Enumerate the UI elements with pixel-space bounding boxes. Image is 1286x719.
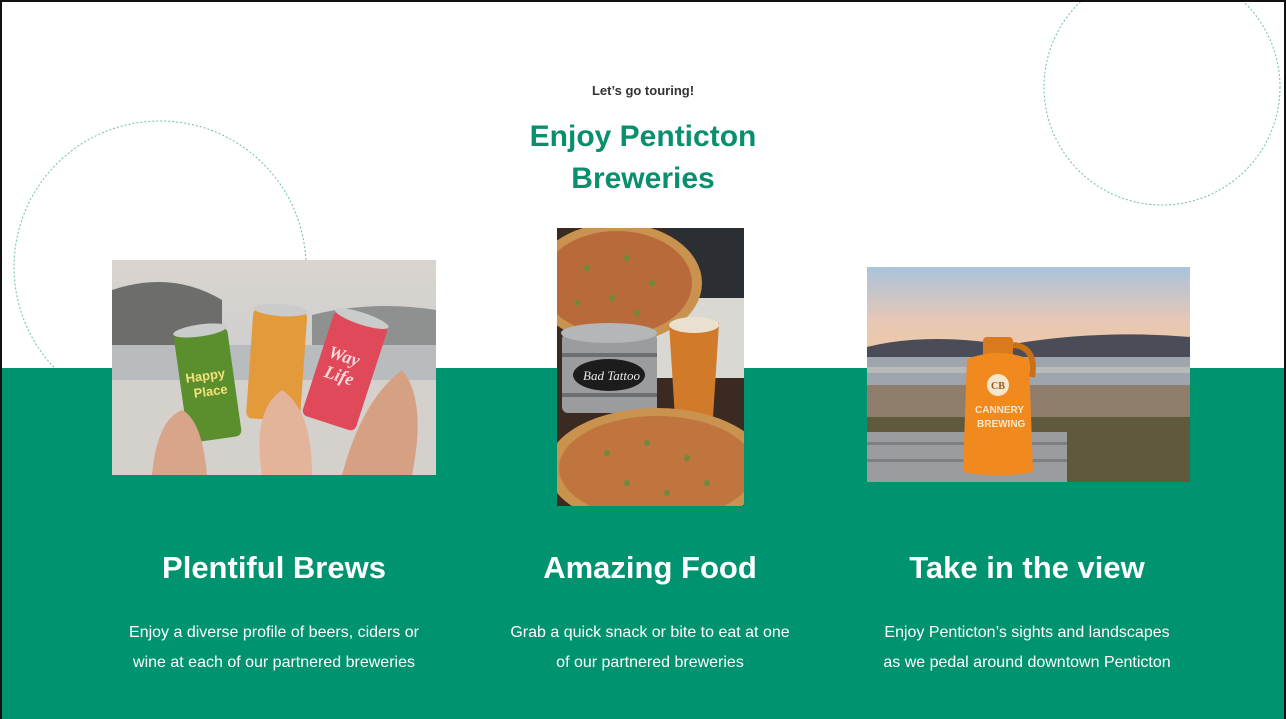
card-text-view: Enjoy Penticton’s sights and landscapes …: [847, 618, 1207, 678]
brews-photo: Happy Place Way Life: [112, 260, 436, 475]
svg-text:Bad Tattoo: Bad Tattoo: [583, 368, 640, 383]
section-headline: Enjoy Penticton Breweries: [2, 116, 1284, 200]
view-photo: CB CANNERY BREWING: [867, 267, 1190, 482]
headline-line-2: Breweries: [571, 162, 715, 195]
card-text-brews: Enjoy a diverse profile of beers, ciders…: [94, 618, 454, 678]
section-kicker: Let’s go touring!: [591, 83, 695, 98]
card-text-view-line-1: Enjoy Penticton’s sights and landscapes: [884, 624, 1170, 641]
food-photo: Bad Tattoo: [557, 228, 744, 506]
card-text-food-line-2: of our partnered breweries: [556, 654, 744, 671]
headline-line-1: Enjoy Penticton: [529, 120, 757, 153]
svg-text:CB: CB: [991, 381, 1005, 392]
card-text-brews-line-2: wine at each of our partnered breweries: [133, 654, 415, 671]
card-text-view-line-2: as we pedal around downtown Penticton: [883, 654, 1171, 671]
card-title-food: Amazing Food: [543, 550, 757, 585]
card-title-view: Take in the view: [909, 550, 1145, 585]
page-frame: Let’s go touring! Enjoy Penticton Brewer…: [0, 0, 1286, 719]
card-text-brews-line-1: Enjoy a diverse profile of beers, ciders…: [129, 624, 419, 641]
card-text-food-line-1: Grab a quick snack or bite to eat at one: [510, 624, 790, 641]
card-text-food: Grab a quick snack or bite to eat at one…: [470, 618, 830, 678]
svg-text:CANNERY: CANNERY: [975, 405, 1024, 416]
svg-text:BREWING: BREWING: [977, 419, 1026, 430]
card-title-brews: Plentiful Brews: [162, 550, 386, 585]
